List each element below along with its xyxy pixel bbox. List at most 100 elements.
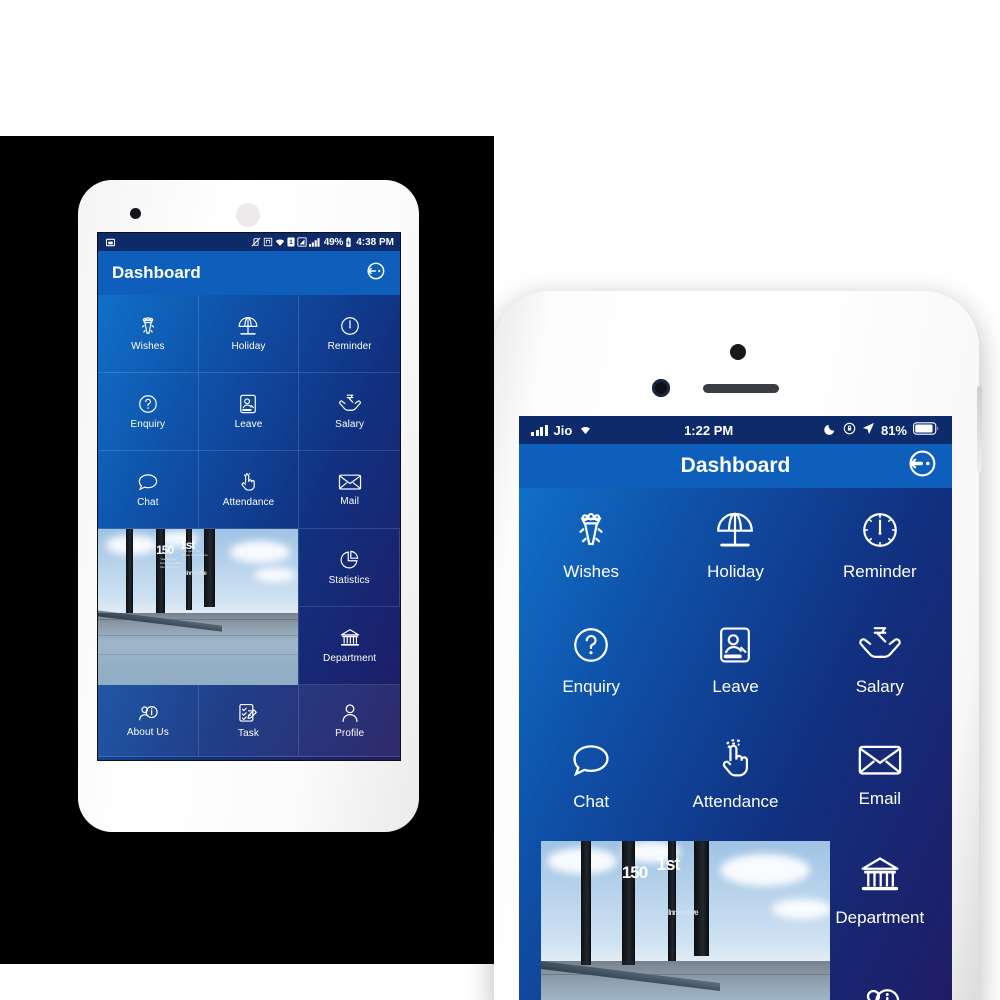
grid-item-reminder[interactable]: Reminder	[299, 295, 400, 373]
grid-item-profile[interactable]: Profile	[299, 685, 400, 757]
grid-item-mail[interactable]: Mail	[299, 451, 400, 529]
grid-item-enquiry[interactable]: Enquiry	[98, 373, 199, 451]
rupee-hands-icon	[857, 624, 903, 671]
envelope-icon	[857, 742, 903, 783]
iphone-battery-percent: 81%	[880, 422, 907, 438]
screenshot-icon	[106, 238, 115, 247]
grid-item-label: Leave	[234, 419, 263, 430]
rotation-lock-icon	[843, 422, 856, 438]
grid-item-salary[interactable]: Salary	[808, 603, 952, 718]
speech-bubble-icon	[136, 471, 160, 493]
promo-ordinal: 1st	[656, 854, 680, 875]
grid-item-label: Wishes	[563, 562, 620, 581]
rupee-hands-icon	[338, 393, 362, 415]
grid-item-holiday[interactable]: Holiday	[663, 488, 807, 603]
grid-item-label: Mail	[340, 496, 360, 507]
grid-item-label: Chat	[137, 497, 159, 508]
grid-item-attendance[interactable]: Attendance	[663, 718, 807, 833]
grid-item-label: Holiday	[707, 562, 764, 581]
sim-icon: 1	[287, 237, 295, 247]
android-front-camera-icon	[130, 208, 141, 219]
grid-item-email[interactable]: Email	[808, 718, 952, 833]
iphone-status-bar: Jio 1:22 PM 81%	[519, 416, 952, 444]
battery-icon	[913, 422, 940, 438]
promo-reflection	[541, 960, 830, 1000]
grid-item-reminder[interactable]: Reminder	[808, 488, 952, 603]
grid-item-label: Wishes	[131, 341, 165, 352]
grid-item-salary[interactable]: Salary	[299, 373, 400, 451]
grid-item-label: Salary	[335, 419, 365, 430]
vibrate-off-icon	[251, 237, 261, 247]
android-screen: 1 49% 4:38 PM Dashboard Wishes Holiday R…	[97, 232, 401, 761]
id-card-person-icon	[238, 393, 258, 415]
android-promo-banner[interactable]: 150 1st Innovative Years of the business…	[98, 529, 300, 685]
grid-item-chat[interactable]: Chat	[98, 451, 199, 529]
iphone-earpiece-speaker	[703, 384, 779, 393]
info-person-icon	[858, 983, 902, 1000]
promo-tagline: Innovative	[668, 907, 699, 917]
promo-number: 150	[621, 863, 648, 883]
person-icon	[340, 702, 360, 724]
grid-item-label: Statistics	[328, 575, 370, 586]
android-status-bar: 1 49% 4:38 PM	[98, 233, 400, 251]
wifi-icon	[275, 238, 285, 247]
android-dashboard-grid: Wishes Holiday Reminder Enquiry Leave Sa…	[98, 295, 400, 760]
grid-item-label: Holiday	[231, 341, 266, 352]
grid-item-label: Attendance	[692, 792, 779, 811]
iphone-device: Jio 1:22 PM 81% Dashboard Wishes Holiday…	[494, 291, 982, 1000]
iphone-proximity-sensor	[730, 344, 746, 360]
promo-photo: 150 1st Innovative Years of the business…	[98, 529, 299, 685]
iphone-screen: Jio 1:22 PM 81% Dashboard Wishes Holiday…	[519, 416, 952, 1000]
bouquet-icon	[137, 315, 159, 337]
grid-item-about-us[interactable]: About Us	[98, 685, 199, 757]
grid-item-leave[interactable]: Leave	[663, 603, 807, 718]
grid-item-label: Reminder	[327, 341, 372, 352]
grid-item-chat[interactable]: Chat	[519, 718, 663, 833]
grid-item-label: Leave	[712, 677, 759, 696]
grid-item-label: Chat	[573, 792, 610, 811]
iphone-promo-banner[interactable]: 150 1st Innovative	[519, 833, 830, 1000]
wifi-icon	[578, 423, 593, 438]
envelope-icon	[338, 472, 362, 492]
bouquet-icon	[570, 509, 612, 556]
clock-icon	[339, 315, 361, 337]
grid-item-wishes[interactable]: Wishes	[98, 295, 199, 373]
grid-item-holiday[interactable]: Holiday	[198, 295, 300, 373]
android-status-time: 4:38 PM	[356, 236, 394, 248]
iphone-page-title: Dashboard	[680, 454, 791, 477]
nfc-icon	[263, 237, 273, 247]
grid-item-task[interactable]: Task	[198, 685, 300, 757]
iphone-status-time: 1:22 PM	[684, 422, 734, 438]
beach-umbrella-icon	[712, 509, 758, 556]
info-person-icon	[137, 703, 159, 723]
logout-icon[interactable]	[364, 260, 386, 287]
logout-icon[interactable]	[904, 447, 938, 486]
beach-umbrella-icon	[236, 315, 260, 337]
svg-text:1: 1	[289, 239, 293, 246]
grid-item-attendance[interactable]: Attendance	[198, 451, 300, 529]
tap-finger-icon	[237, 471, 259, 493]
grid-item-wishes[interactable]: Wishes	[519, 488, 663, 603]
battery-charging-icon	[345, 236, 352, 248]
speech-bubble-icon	[568, 739, 614, 786]
grid-item-leave[interactable]: Leave	[198, 373, 300, 451]
promo-tagline: Innovative	[186, 571, 207, 578]
screenshot-stage: 1 49% 4:38 PM Dashboard Wishes Holiday R…	[0, 0, 1000, 1000]
grid-item-statistics[interactable]: Statistics	[299, 529, 400, 607]
iphone-dashboard-grid: Wishes Holiday Reminder Enquiry Leave Sa…	[519, 488, 952, 1000]
grid-item-label: Task	[238, 728, 259, 739]
promo-number: 150	[156, 543, 174, 558]
android-page-title: Dashboard	[112, 263, 201, 282]
grid-item-department[interactable]: Department	[299, 607, 400, 685]
grid-item-enquiry[interactable]: Enquiry	[519, 603, 663, 718]
android-phone-device: 1 49% 4:38 PM Dashboard Wishes Holiday R…	[78, 180, 419, 832]
android-earpiece-speaker	[236, 203, 260, 227]
pie-chart-icon	[338, 549, 360, 571]
iphone-app-bar: Dashboard	[519, 444, 952, 488]
iphone-power-button[interactable]	[977, 386, 982, 472]
bank-building-icon	[858, 853, 902, 902]
android-app-bar: Dashboard	[98, 251, 400, 295]
iphone-carrier-name: Jio	[553, 422, 573, 438]
id-card-person-icon	[716, 624, 754, 671]
location-arrow-icon	[862, 422, 875, 438]
